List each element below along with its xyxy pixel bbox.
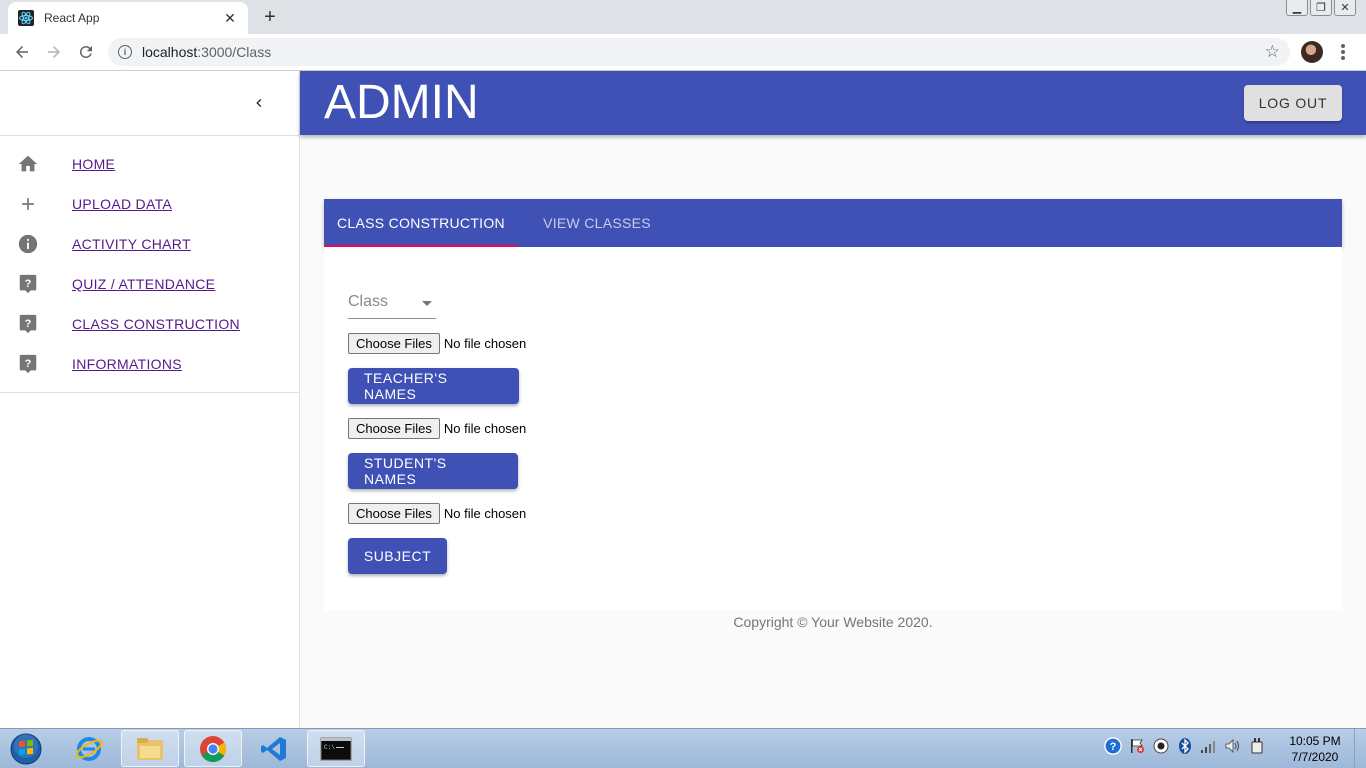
logout-button[interactable]: LOG OUT xyxy=(1244,85,1342,121)
sidebar-item-label[interactable]: INFORMATIONS xyxy=(72,356,182,372)
browser-tab-title: React App xyxy=(44,11,100,25)
class-construction-panel: Class Choose Files No file chosen TEACHE… xyxy=(324,247,1342,611)
window-controls: ▁ ❐ ✕ xyxy=(1286,0,1356,16)
reload-icon[interactable] xyxy=(74,40,98,64)
clock-date: 7/7/2020 xyxy=(1291,750,1339,764)
page-title: ADMIN xyxy=(324,76,479,129)
sidebar-item-label[interactable]: UPLOAD DATA xyxy=(72,196,172,212)
choose-files-button[interactable]: Choose Files xyxy=(348,503,440,524)
action-center-flag-icon[interactable] xyxy=(1128,737,1146,755)
file-status: No file chosen xyxy=(443,421,527,436)
restore-window-icon[interactable]: ❐ xyxy=(1310,0,1332,16)
sidebar-item-quiz-attendance[interactable]: ? QUIZ / ATTENDANCE xyxy=(0,264,299,304)
sidebar-item-label[interactable]: HOME xyxy=(72,156,115,172)
class-select-label: Class xyxy=(348,293,389,310)
file-explorer-icon[interactable] xyxy=(121,730,179,767)
file-status: No file chosen xyxy=(443,506,527,521)
svg-text:?: ? xyxy=(1110,741,1117,753)
plus-icon xyxy=(16,192,40,216)
volume-icon[interactable] xyxy=(1224,737,1242,755)
help-icon: ? xyxy=(16,312,40,336)
subject-button[interactable]: SUBJECT xyxy=(348,538,447,574)
browser-toolbar: i localhost:3000/Class ☆ xyxy=(0,34,1366,71)
windows-taskbar: C:\ ? 10:05 PM 7/7/2020 xyxy=(0,728,1366,768)
show-desktop-button[interactable] xyxy=(1354,729,1366,768)
start-button[interactable] xyxy=(6,731,46,767)
site-info-icon[interactable]: i xyxy=(118,45,132,59)
url-path: :3000/Class xyxy=(197,44,272,60)
copyright-text: Copyright © Your Website 2020. xyxy=(733,614,933,630)
url-text: localhost:3000/Class xyxy=(142,44,271,60)
file-status: No file chosen xyxy=(443,336,527,351)
chevron-left-icon[interactable] xyxy=(247,91,271,115)
info-icon xyxy=(16,232,40,256)
internet-explorer-icon[interactable] xyxy=(60,730,118,767)
choose-files-button[interactable]: Choose Files xyxy=(348,418,440,439)
power-plug-icon[interactable] xyxy=(1248,737,1266,755)
tab-view-classes[interactable]: VIEW CLASSES xyxy=(518,199,676,247)
sidebar-item-label[interactable]: ACTIVITY CHART xyxy=(72,236,191,252)
sidebar: HOME UPLOAD DATA ACTIVITY CHART ? QUIZ /… xyxy=(0,71,300,728)
address-bar[interactable]: i localhost:3000/Class ☆ xyxy=(108,38,1290,66)
help-icon: ? xyxy=(16,272,40,296)
tabs-bar: CLASS CONSTRUCTION VIEW CLASSES xyxy=(324,199,1342,247)
browser-menu-icon[interactable] xyxy=(1336,42,1350,62)
class-select[interactable]: Class xyxy=(348,291,436,319)
home-icon xyxy=(16,152,40,176)
help-icon: ? xyxy=(16,352,40,376)
sidebar-header xyxy=(0,71,299,136)
app-header: ADMIN LOG OUT xyxy=(300,71,1366,135)
forward-arrow-icon[interactable] xyxy=(42,40,66,64)
clock-time: 10:05 PM xyxy=(1289,734,1341,748)
svg-text:?: ? xyxy=(25,358,32,370)
svg-text:?: ? xyxy=(25,278,32,290)
help-circle-icon[interactable]: ? xyxy=(1104,737,1122,755)
new-tab-icon[interactable]: + xyxy=(259,6,281,28)
sidebar-nav: HOME UPLOAD DATA ACTIVITY CHART ? QUIZ /… xyxy=(0,136,299,393)
sidebar-item-upload-data[interactable]: UPLOAD DATA xyxy=(0,184,299,224)
tab-class-construction[interactable]: CLASS CONSTRUCTION xyxy=(324,199,518,247)
profile-avatar[interactable] xyxy=(1301,41,1323,63)
chrome-icon[interactable] xyxy=(184,730,242,767)
students-file-input: Choose Files No file chosen xyxy=(348,418,526,439)
back-arrow-icon[interactable] xyxy=(10,40,34,64)
minimize-window-icon[interactable]: ▁ xyxy=(1286,0,1308,16)
sidebar-item-label[interactable]: QUIZ / ATTENDANCE xyxy=(72,276,215,292)
students-names-button[interactable]: STUDENT'S NAMES xyxy=(348,453,518,489)
choose-files-button[interactable]: Choose Files xyxy=(348,333,440,354)
sidebar-item-informations[interactable]: ? INFORMATIONS xyxy=(0,344,299,384)
system-clock[interactable]: 10:05 PM 7/7/2020 xyxy=(1284,733,1346,765)
url-host: localhost xyxy=(142,44,198,60)
browser-tabstrip: React App ✕ + ▁ ❐ ✕ xyxy=(0,0,1366,34)
bookmark-star-icon[interactable]: ☆ xyxy=(1265,42,1280,62)
react-logo-icon xyxy=(18,10,34,26)
command-prompt-icon[interactable]: C:\ xyxy=(307,730,365,767)
sidebar-item-label[interactable]: CLASS CONSTRUCTION xyxy=(72,316,240,332)
vscode-icon[interactable] xyxy=(245,730,303,767)
sidebar-item-class-construction[interactable]: ? CLASS CONSTRUCTION xyxy=(0,304,299,344)
svg-text:?: ? xyxy=(25,318,32,330)
sidebar-item-home[interactable]: HOME xyxy=(0,144,299,184)
dropdown-arrow-icon xyxy=(422,301,432,306)
browser-tab[interactable]: React App ✕ xyxy=(8,2,248,34)
system-tray: ? xyxy=(1104,737,1266,755)
subject-file-input: Choose Files No file chosen xyxy=(348,503,526,524)
close-tab-icon[interactable]: ✕ xyxy=(222,10,238,27)
bluetooth-icon[interactable] xyxy=(1176,737,1194,755)
record-icon[interactable] xyxy=(1152,737,1170,755)
close-window-icon[interactable]: ✕ xyxy=(1334,0,1356,16)
teachers-file-input: Choose Files No file chosen xyxy=(348,333,526,354)
sidebar-item-activity-chart[interactable]: ACTIVITY CHART xyxy=(0,224,299,264)
svg-text:C:\: C:\ xyxy=(324,744,335,751)
network-signal-icon[interactable] xyxy=(1200,737,1218,755)
teachers-names-button[interactable]: TEACHER'S NAMES xyxy=(348,368,519,404)
